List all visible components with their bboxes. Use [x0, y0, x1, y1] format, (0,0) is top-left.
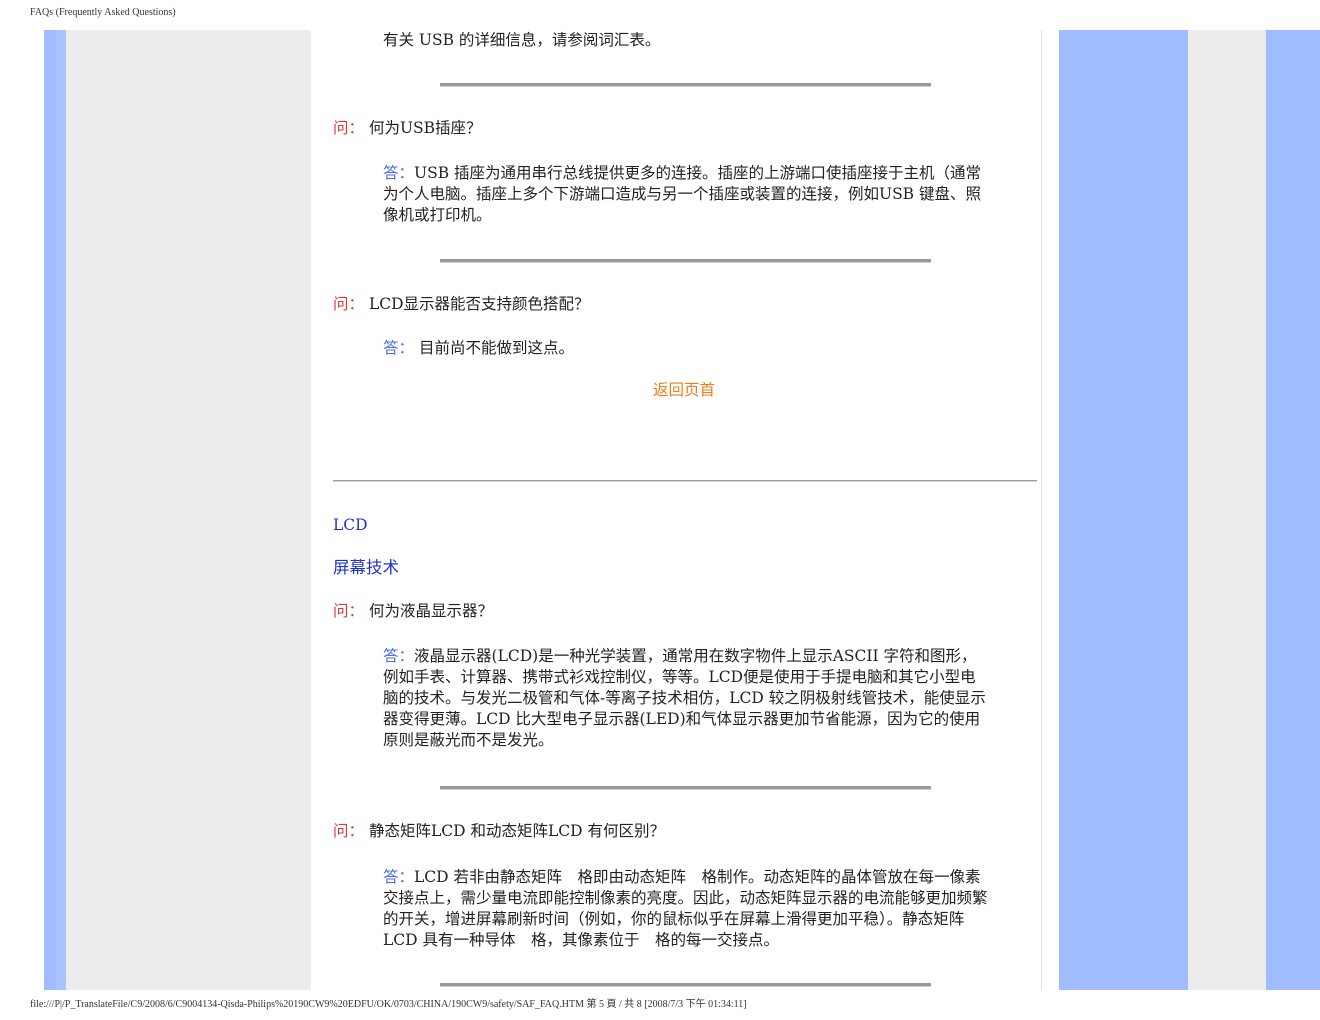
faq-question: 问： 何为USB插座？: [333, 118, 482, 139]
back-to-top-link[interactable]: 返回页首: [653, 380, 715, 401]
separator: [440, 983, 931, 987]
section-divider: [333, 480, 1037, 482]
far-right-blue-band: [1266, 30, 1320, 990]
question-label: 问：: [333, 602, 365, 620]
answer-label: 答：: [383, 868, 415, 886]
answer-text: 目前尚不能做到这点。: [418, 339, 574, 357]
faq-question: 问： LCD显示器能否支持颜色搭配？: [333, 294, 590, 315]
question-text: LCD显示器能否支持颜色搭配？: [368, 295, 590, 313]
answer-text: LCD 若非由静态矩阵 格即由动态矩阵 格制作。动态矩阵的晶体管放在每一像素交接…: [383, 868, 988, 949]
left-gray-band: [66, 30, 311, 990]
answer-text: 液晶显示器(LCD)是一种光学装置，通常用在数字物件上显示ASCII 字符和图形…: [383, 647, 986, 749]
answer-label: 答：: [383, 339, 415, 357]
faq-answer: 答：LCD 若非由静态矩阵 格即由动态矩阵 格制作。动态矩阵的晶体管放在每一像素…: [383, 867, 988, 951]
question-text: 何为液晶显示器？: [368, 602, 493, 620]
section-title-link[interactable]: LCD: [333, 515, 368, 536]
print-footer: file:///P|/P_TranslateFile/C9/2008/6/C90…: [30, 999, 747, 1010]
question-label: 问：: [333, 822, 365, 840]
question-text: 何为USB插座？: [368, 119, 482, 137]
answer-text: USB 插座为通用串行总线提供更多的连接。插座的上游端口使插座接于主机（通常为个…: [383, 164, 982, 224]
faq-question: 问： 静态矩阵LCD 和动态矩阵LCD 有何区别？: [333, 821, 665, 842]
question-label: 问：: [333, 119, 365, 137]
print-header: FAQs (Frequently Asked Questions): [30, 7, 176, 18]
faq-answer: 答： 目前尚不能做到这点。: [383, 338, 988, 359]
separator: [440, 83, 931, 87]
right-gray-band: [1188, 30, 1266, 990]
faq-question: 问： 何为液晶显示器？: [333, 601, 493, 622]
separator: [440, 259, 931, 263]
faq-answer: 答：USB 插座为通用串行总线提供更多的连接。插座的上游端口使插座接于主机（通常…: [383, 163, 988, 226]
faq-answer: 答：液晶显示器(LCD)是一种光学装置，通常用在数字物件上显示ASCII 字符和…: [383, 646, 988, 751]
section-subtitle-link[interactable]: 屏幕技术: [333, 557, 399, 578]
separator: [440, 786, 931, 790]
left-blue-band-edge: [56, 30, 66, 990]
usb-info-text: 有关 USB 的详细信息，请参阅词汇表。: [383, 31, 661, 49]
answer-label: 答：: [383, 164, 415, 182]
right-divider: [1041, 30, 1042, 990]
question-label: 问：: [333, 295, 365, 313]
answer-label: 答：: [383, 647, 415, 665]
question-text: 静态矩阵LCD 和动态矩阵LCD 有何区别？: [368, 822, 665, 840]
right-blue-band: [1059, 30, 1188, 990]
